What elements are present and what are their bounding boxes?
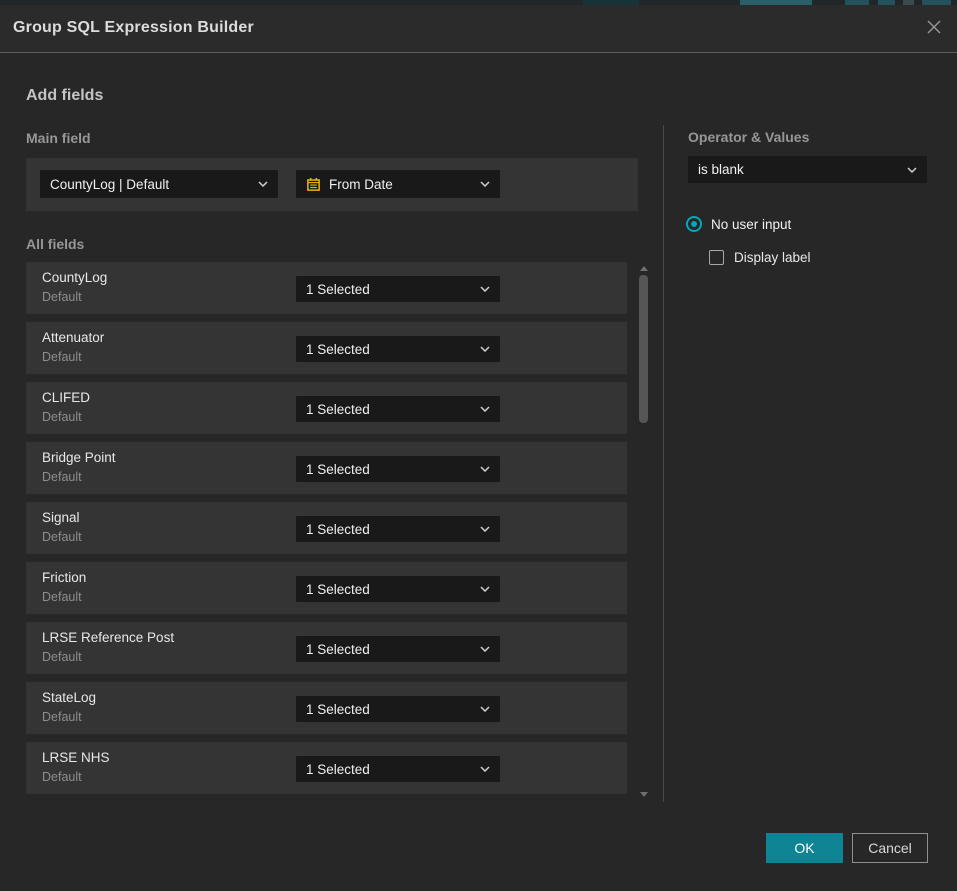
main-field-source-select[interactable]: CountyLog | Default	[40, 170, 278, 198]
field-subtitle: Default	[42, 530, 82, 544]
chevron-down-icon	[480, 466, 490, 472]
field-selected-dropdown[interactable]: 1 Selected	[296, 276, 500, 302]
field-selected-value: 1 Selected	[306, 762, 370, 777]
ok-button[interactable]: OK	[766, 833, 843, 863]
field-selected-value: 1 Selected	[306, 342, 370, 357]
chevron-down-icon	[907, 167, 917, 173]
field-selected-dropdown[interactable]: 1 Selected	[296, 396, 500, 422]
fields-scrollbar	[637, 260, 650, 805]
field-name: StateLog	[42, 690, 96, 705]
scrollbar-up-arrow[interactable]	[640, 266, 648, 271]
operator-select[interactable]: is blank	[688, 156, 927, 183]
add-fields-heading: Add fields	[26, 87, 103, 105]
field-selected-value: 1 Selected	[306, 582, 370, 597]
field-selected-value: 1 Selected	[306, 522, 370, 537]
cancel-button[interactable]: Cancel	[852, 833, 928, 863]
field-selected-dropdown[interactable]: 1 Selected	[296, 696, 500, 722]
chevron-down-icon	[480, 586, 490, 592]
main-field-label: Main field	[26, 130, 91, 146]
group-sql-expression-builder-dialog: Group SQL Expression Builder Add fields …	[0, 5, 957, 891]
field-row: StateLog Default 1 Selected	[26, 682, 627, 734]
main-field-panel: CountyLog | Default From Date	[26, 158, 638, 211]
field-name: LRSE NHS	[42, 750, 110, 765]
operator-values-label: Operator & Values	[688, 129, 809, 145]
field-selected-dropdown[interactable]: 1 Selected	[296, 576, 500, 602]
chevron-down-icon	[480, 181, 490, 187]
field-row: Signal Default 1 Selected	[26, 502, 627, 554]
scrollbar-down-arrow[interactable]	[640, 792, 648, 797]
field-subtitle: Default	[42, 650, 82, 664]
field-selected-dropdown[interactable]: 1 Selected	[296, 336, 500, 362]
chevron-down-icon	[258, 181, 268, 187]
field-subtitle: Default	[42, 290, 82, 304]
field-row: Attenuator Default 1 Selected	[26, 322, 627, 374]
field-name: LRSE Reference Post	[42, 630, 174, 645]
dialog-title: Group SQL Expression Builder	[13, 19, 254, 37]
field-name: CLIFED	[42, 390, 90, 405]
field-row: LRSE NHS Default 1 Selected	[26, 742, 627, 794]
field-subtitle: Default	[42, 470, 82, 484]
main-field-field-select[interactable]: From Date	[296, 170, 500, 198]
field-selected-value: 1 Selected	[306, 642, 370, 657]
field-name: CountyLog	[42, 270, 107, 285]
close-button[interactable]	[923, 18, 945, 40]
panel-divider	[663, 125, 664, 802]
operator-value: is blank	[698, 162, 744, 177]
chevron-down-icon	[480, 526, 490, 532]
chevron-down-icon	[480, 286, 490, 292]
field-row: Friction Default 1 Selected	[26, 562, 627, 614]
display-label-text: Display label	[734, 250, 811, 265]
radio-selected-dot	[691, 221, 697, 227]
field-selected-dropdown[interactable]: 1 Selected	[296, 456, 500, 482]
field-selected-dropdown[interactable]: 1 Selected	[296, 756, 500, 782]
field-subtitle: Default	[42, 350, 82, 364]
chevron-down-icon	[480, 706, 490, 712]
field-selected-dropdown[interactable]: 1 Selected	[296, 636, 500, 662]
main-field-source-value: CountyLog | Default	[50, 177, 169, 192]
scrollbar-thumb[interactable]	[639, 275, 648, 423]
field-row: CLIFED Default 1 Selected	[26, 382, 627, 434]
field-row: CountyLog Default 1 Selected	[26, 262, 627, 314]
chevron-down-icon	[480, 646, 490, 652]
field-name: Signal	[42, 510, 80, 525]
field-row: Bridge Point Default 1 Selected	[26, 442, 627, 494]
main-field-field-value: From Date	[329, 177, 393, 192]
calendar-icon	[306, 177, 321, 192]
field-row: LRSE Reference Post Default 1 Selected	[26, 622, 627, 674]
display-label-option: Display label	[709, 250, 811, 265]
dialog-header: Group SQL Expression Builder	[0, 5, 957, 53]
chevron-down-icon	[480, 406, 490, 412]
display-label-checkbox[interactable]	[709, 250, 724, 265]
field-subtitle: Default	[42, 770, 82, 784]
no-user-input-label: No user input	[711, 217, 791, 232]
field-selected-value: 1 Selected	[306, 702, 370, 717]
field-subtitle: Default	[42, 590, 82, 604]
field-selected-value: 1 Selected	[306, 462, 370, 477]
no-user-input-radio[interactable]	[686, 216, 702, 232]
no-user-input-option: No user input	[686, 216, 791, 232]
chevron-down-icon	[480, 766, 490, 772]
all-fields-label: All fields	[26, 236, 84, 252]
field-selected-value: 1 Selected	[306, 402, 370, 417]
field-name: Friction	[42, 570, 86, 585]
field-subtitle: Default	[42, 710, 82, 724]
field-selected-dropdown[interactable]: 1 Selected	[296, 516, 500, 542]
close-icon	[925, 18, 943, 41]
chevron-down-icon	[480, 346, 490, 352]
field-name: Bridge Point	[42, 450, 116, 465]
field-selected-value: 1 Selected	[306, 282, 370, 297]
field-subtitle: Default	[42, 410, 82, 424]
field-name: Attenuator	[42, 330, 104, 345]
